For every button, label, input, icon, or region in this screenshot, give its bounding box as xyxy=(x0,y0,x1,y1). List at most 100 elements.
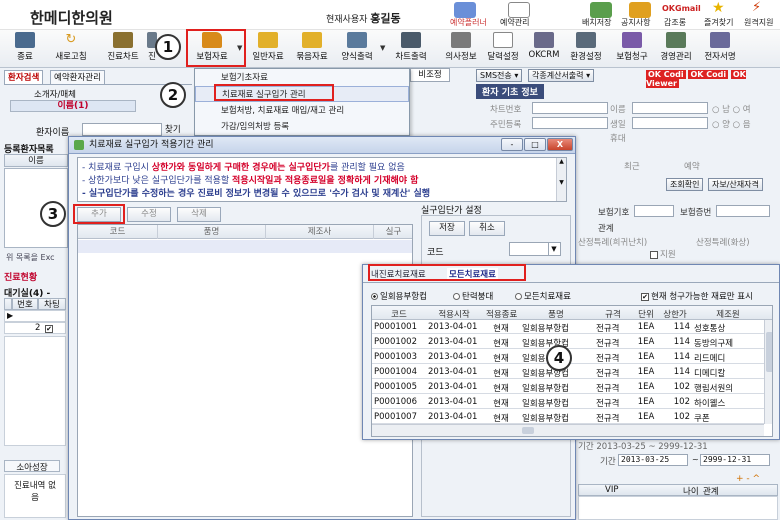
cell-name: 일회용부항컵 xyxy=(522,324,569,334)
reservation-board-icon xyxy=(454,2,476,18)
cancel-button[interactable]: 취소 xyxy=(469,221,505,236)
calendar-options[interactable]: ○ 양 ○ 음 xyxy=(712,118,751,130)
save-button[interactable]: 저장 xyxy=(429,221,465,236)
environment-settings-button[interactable]: 환경설정 xyxy=(566,32,606,66)
management-button[interactable]: 경영관리 xyxy=(656,32,696,66)
period-to-field[interactable]: 2999-12-31 xyxy=(700,454,770,466)
notice-scrollbar[interactable]: ▲ ▼ xyxy=(556,158,566,201)
cell-name: 일회용부항컵 xyxy=(522,414,569,424)
callout-4: 4 xyxy=(546,345,572,371)
waiting-row[interactable]: 2 ✔ xyxy=(4,322,66,334)
lookup-confirm-button[interactable]: 조회확인 xyxy=(666,178,704,191)
support-checkbox[interactable]: 지원 xyxy=(650,248,676,260)
cell-end: 현재 xyxy=(493,324,509,334)
insurance-claim-button[interactable]: 보험청구 xyxy=(612,32,652,66)
name-field[interactable] xyxy=(632,102,708,114)
scrollbar-thumb[interactable] xyxy=(766,332,772,372)
family-grid-body[interactable] xyxy=(578,496,778,520)
claim-icon xyxy=(622,32,642,48)
table-row[interactable]: P0001001 2013-04-01 현재 일회용부항컵 전규격 1EA 114 성호통상 xyxy=(372,320,772,334)
vertical-scrollbar[interactable] xyxy=(764,320,772,424)
sms-send-label: SMS전송 xyxy=(480,71,512,80)
insurance-cert-field[interactable] xyxy=(716,205,770,217)
grid-selected-row[interactable] xyxy=(78,240,412,253)
claimable-only-checkbox[interactable]: ✔ 현재 청구가능한 재료만 표시 xyxy=(641,290,753,302)
material-list-grid[interactable]: 코드 적용시작 적용종료 품명 규격 단위 상한가 제조원 P0001001 2013-04-01… xyxy=(371,305,773,437)
horizontal-scrollbar[interactable] xyxy=(372,424,764,436)
document-print-button[interactable]: 각종계산서출력 ▾ xyxy=(528,69,595,82)
waiting-row[interactable]: ▶ xyxy=(4,310,66,322)
table-row[interactable]: P0001007 2013-04-01 현재 일회용부항컵 전규격 1EA 102 쿠폰 xyxy=(372,410,772,424)
table-row[interactable]: P00010032013-04-01현재일회용부항컵전규격1EA114리드메디 xyxy=(372,350,772,364)
cell-maker: 리드메디 xyxy=(694,354,726,364)
name-column-header[interactable]: 이름(1) xyxy=(10,100,136,112)
okcrm-button[interactable]: OKCRM xyxy=(526,32,562,66)
table-row[interactable]: P0001006 2013-04-01 현재 일회용부항컵 전규격 1EA 102 하이웰스 xyxy=(372,395,772,409)
add-remove-controls[interactable]: + - ^ xyxy=(736,474,760,484)
waiting-list-area[interactable] xyxy=(4,336,66,446)
qualification-button[interactable]: 자보/산재자격 xyxy=(708,178,763,191)
menu-item-prescription-inventory[interactable]: 보험처방, 치료재료 매입/재고 관리 xyxy=(195,103,409,119)
print-form-button[interactable]: 양식출력 xyxy=(336,32,378,66)
menu-item-custom-prescription[interactable]: 가감/임의처방 등록 xyxy=(195,119,409,135)
filter-disposable-cup[interactable]: 일회용부항컵 xyxy=(371,290,427,302)
sms-send-button[interactable]: SMS전송 ▾ xyxy=(476,69,523,82)
general-data-button[interactable]: 일반자료 xyxy=(248,32,288,66)
exit-label: 종료 xyxy=(17,52,33,62)
minimize-button[interactable]: - xyxy=(501,138,523,151)
e-signature-label: 전자서명 xyxy=(704,52,736,62)
period-from-field[interactable]: 2013-03-25 xyxy=(618,454,688,466)
crm-icon xyxy=(534,32,554,48)
birthday-field[interactable] xyxy=(632,117,708,129)
cell-start: 2013-04-01 xyxy=(428,337,478,347)
bundle-data-button[interactable]: 묶음자료 xyxy=(292,32,332,66)
print-form-caret-icon[interactable]: ▼ xyxy=(380,44,385,52)
chart-button[interactable]: 진료차트 xyxy=(102,32,144,66)
print-chart-button[interactable]: 차트출력 xyxy=(390,32,432,66)
print-form-icon xyxy=(347,32,367,48)
table-row[interactable]: P0001005 2013-04-01 현재 일회용부항컵 전규격 1EA 102 행림서원의 xyxy=(372,380,772,394)
notice-line-2-a: 상한가보다 낮은 실구입단가를 적용할 xyxy=(88,176,233,186)
exit-button[interactable]: 종료 xyxy=(10,32,40,66)
charting-checkbox[interactable]: ✔ xyxy=(45,325,53,333)
patient-name-input[interactable] xyxy=(82,123,162,136)
close-button[interactable]: X xyxy=(547,138,573,151)
cell-name: 일회용부항컵 xyxy=(522,384,569,394)
special-case-label: 산정특례(희귀난치) xyxy=(578,238,648,248)
code-select[interactable]: ▼ xyxy=(509,242,561,256)
maximize-button[interactable]: □ xyxy=(524,138,546,151)
cell-code: P0001006 xyxy=(374,397,417,407)
support-check-icon xyxy=(650,250,658,259)
filter-elastic-bandage[interactable]: 탄력붕대 xyxy=(453,290,493,302)
cell-code: P0001004 xyxy=(374,367,417,377)
cell-end: 현재 xyxy=(493,339,509,349)
cell-maker: 하이웰스 xyxy=(694,399,726,409)
edit-button[interactable]: 수정 xyxy=(127,207,171,222)
export-excel-label[interactable]: 위 목록을 Exc xyxy=(6,252,55,263)
chart-number-field[interactable] xyxy=(532,102,608,114)
tab-reservation-patients[interactable]: 예약환자관리 xyxy=(50,70,105,84)
e-signature-button[interactable]: 전자서명 xyxy=(700,32,740,66)
general-folder-icon xyxy=(258,32,278,48)
table-row[interactable]: P0001004 2013-04-01 현재 일회용부항컵 전규격 1EA 114 디메디칼 xyxy=(372,365,772,379)
search-button[interactable]: 찾기 xyxy=(165,123,181,135)
insurance-code-field[interactable] xyxy=(634,205,674,217)
dialog1-titlebar[interactable]: 치료재료 실구입가 적용기간 관리 - □ X xyxy=(69,137,575,154)
cell-spec: 전규격 xyxy=(596,399,620,409)
cell-spec: 전규격 xyxy=(596,324,620,334)
hscroll-thumb[interactable] xyxy=(522,427,534,434)
table-row[interactable]: P0001002 2013-04-01 현재 일회용부항컵 전규격 1EA 114 동방의구제 xyxy=(372,335,772,349)
calendar-settings-button[interactable]: 달력설정 xyxy=(484,32,522,66)
refresh-button[interactable]: ↻ 새로고침 xyxy=(50,32,92,66)
doctor-info-button[interactable]: 의사정보 xyxy=(442,32,480,66)
ok-codi-button-2[interactable]: OK Codi xyxy=(688,70,729,79)
tab-patient-search[interactable]: 환자검색 xyxy=(4,70,44,84)
management-icon xyxy=(666,32,686,48)
ok-codi-button[interactable]: OK Codi xyxy=(646,70,686,79)
delete-button[interactable]: 삭제 xyxy=(177,207,221,222)
calendar-settings-icon xyxy=(493,32,513,48)
gender-options[interactable]: ○ 남 ○ 여 xyxy=(712,103,751,115)
tab-child-growth[interactable]: 소아성장 xyxy=(4,460,60,473)
filter-all-materials[interactable]: 모든치료재료 xyxy=(515,290,571,302)
resident-id-field[interactable] xyxy=(532,117,608,129)
